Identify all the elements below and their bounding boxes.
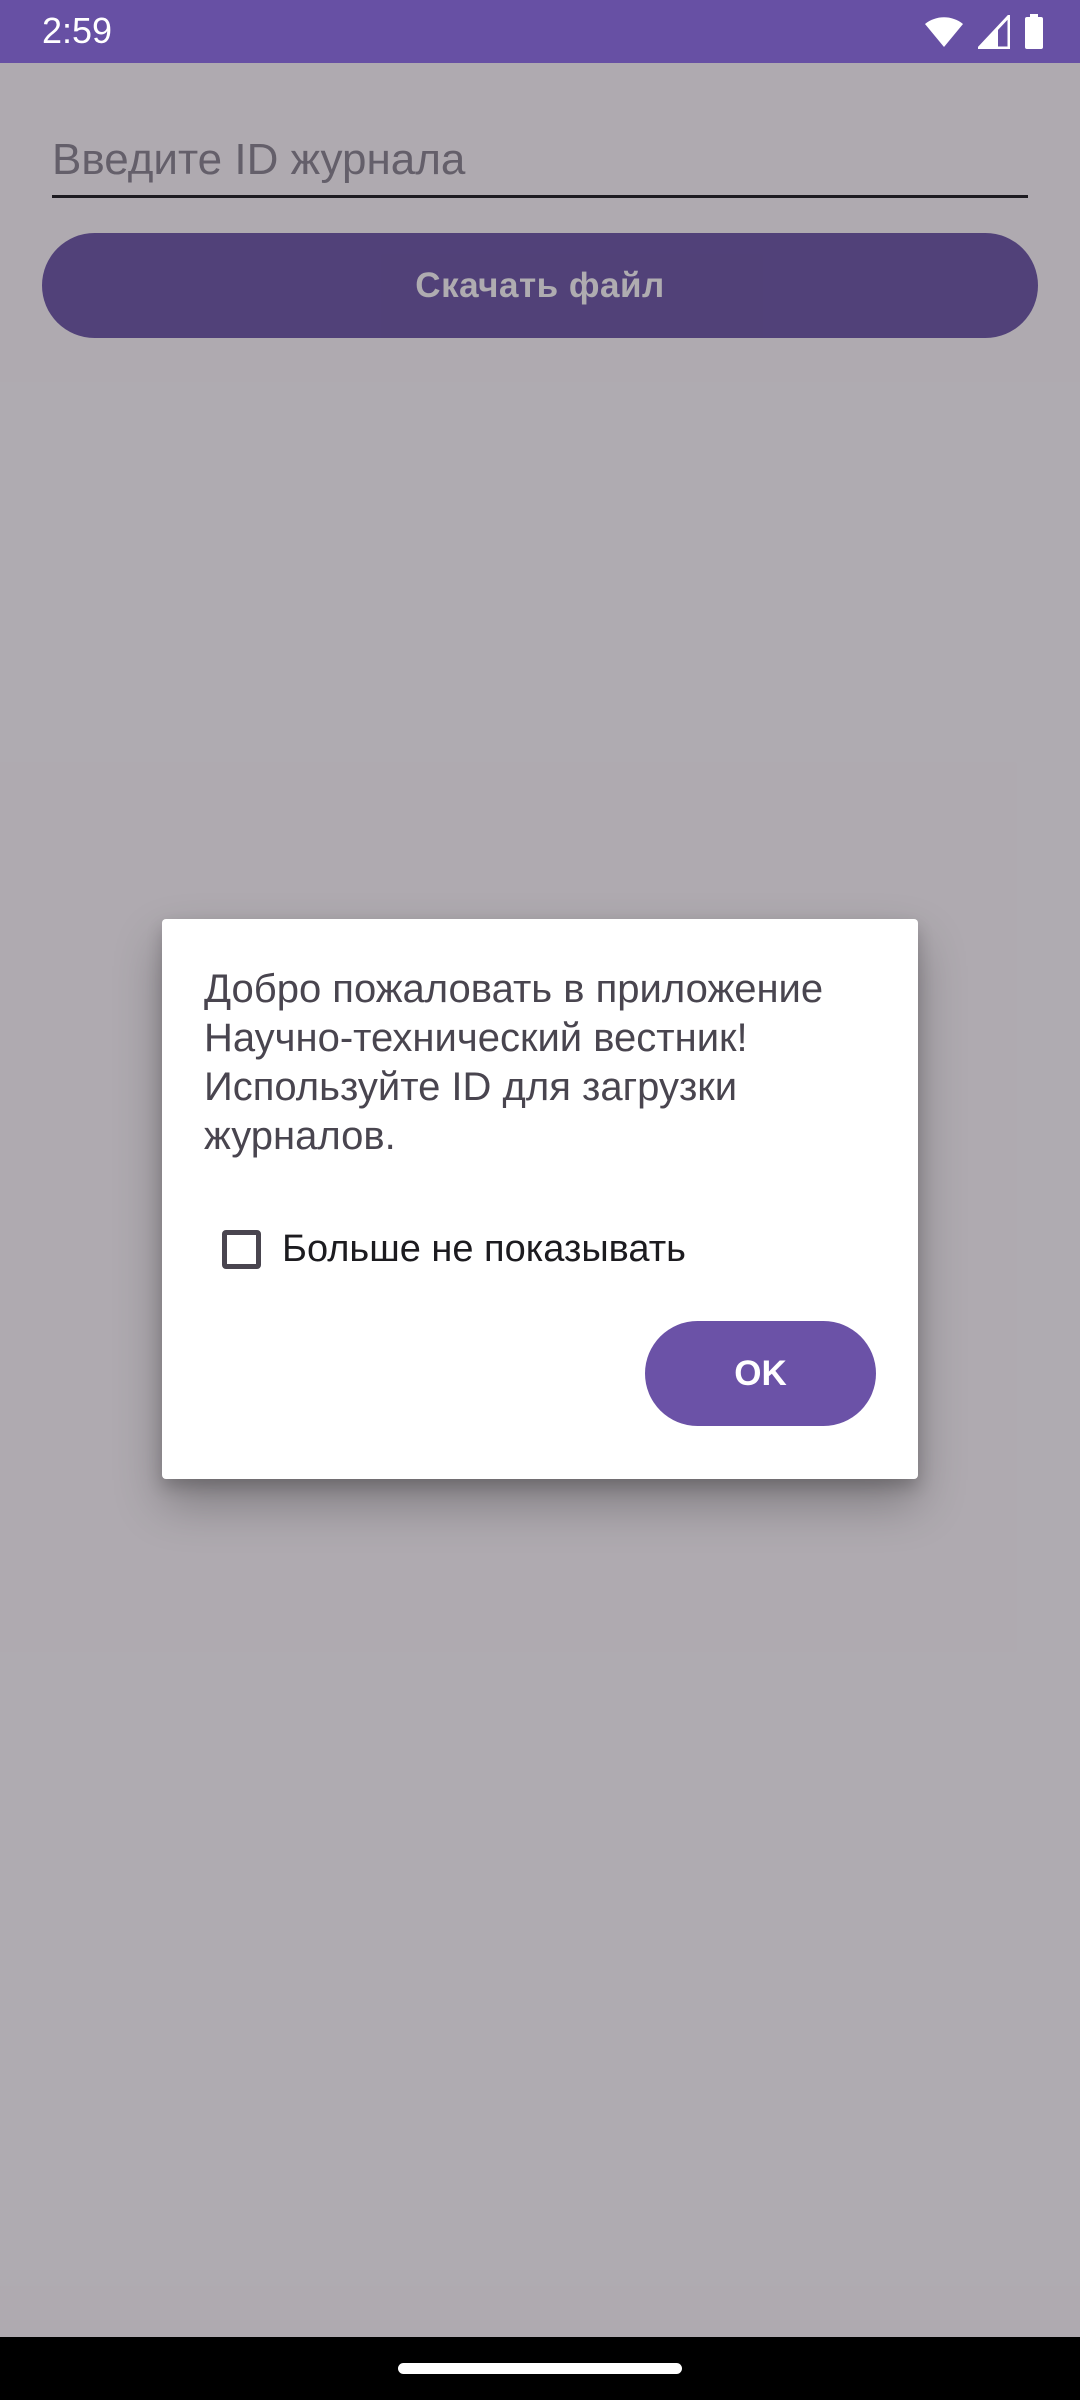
status-time: 2:59 xyxy=(42,10,113,51)
dialog-message: Добро пожаловать в приложение Научно-тех… xyxy=(204,967,824,1158)
welcome-dialog: Добро пожаловать в приложение Научно-тех… xyxy=(162,919,918,1479)
home-gesture-handle[interactable] xyxy=(398,2363,682,2374)
status-bar: 2:59 xyxy=(0,0,1080,63)
dont-show-again-label[interactable]: Больше не показывать xyxy=(282,1225,686,1273)
wifi-icon xyxy=(924,16,964,48)
ok-button[interactable]: OK xyxy=(645,1321,876,1426)
dont-show-again-row[interactable]: Больше не показывать xyxy=(222,1223,686,1275)
status-icons xyxy=(924,12,1044,52)
battery-icon xyxy=(1024,14,1044,50)
navigation-bar xyxy=(0,2337,1080,2400)
signal-icon xyxy=(978,15,1010,49)
dont-show-again-checkbox[interactable] xyxy=(222,1229,261,1269)
